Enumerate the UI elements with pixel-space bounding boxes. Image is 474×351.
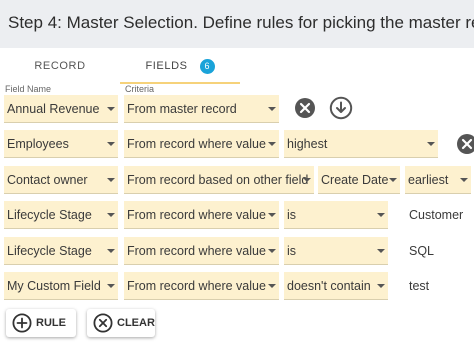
step-title: Step 4: Master Selection. Define rules f… (8, 13, 474, 32)
chevron-down-icon (107, 249, 115, 253)
field-select-contact-owner[interactable]: Contact owner (4, 166, 118, 194)
chevron-down-icon (107, 107, 115, 111)
criteria-select[interactable]: From record where value (124, 237, 279, 265)
close-icon[interactable] (294, 97, 316, 119)
field-select-employees[interactable]: Employees (4, 130, 118, 158)
value-text: SQL (409, 244, 435, 258)
chevron-down-icon (268, 284, 276, 288)
tab-fields[interactable]: FIELDS 6 (120, 48, 240, 84)
field-select-value: Employees (7, 137, 69, 151)
operator-select[interactable]: is (284, 237, 388, 265)
value-select-value: highest (287, 137, 328, 151)
download-icon[interactable] (329, 96, 353, 120)
chevron-down-icon (377, 249, 385, 253)
chevron-down-icon (389, 178, 397, 182)
field-select-annual-revenue[interactable]: Annual Revenue (4, 95, 118, 123)
step-header: Step 4: Master Selection. Define rules f… (0, 0, 474, 48)
value-text: Customer (409, 208, 464, 222)
criteria-select[interactable]: From record based on other field (124, 166, 314, 194)
chevron-down-icon (107, 142, 115, 146)
criteria-select[interactable]: From record where value (124, 201, 279, 229)
chevron-down-icon (107, 178, 115, 182)
operator-select-value: is (287, 208, 297, 222)
field-select-value: Lifecycle Stage (7, 244, 92, 258)
criteria-select-value: From record where value (127, 244, 266, 258)
criteria-select[interactable]: From record where value (124, 272, 279, 300)
tab-record[interactable]: RECORD (0, 48, 120, 84)
chevron-down-icon (427, 142, 435, 146)
criteria-select-value: From master record (127, 102, 237, 116)
field-name-column-label: Field Name (5, 84, 52, 94)
chevron-down-icon (268, 213, 276, 217)
other-field-select-value: Create Date (321, 173, 389, 187)
operator-select[interactable]: doesn't contain (284, 272, 388, 300)
other-field-select[interactable]: Create Date (318, 166, 400, 194)
chevron-down-icon (268, 249, 276, 253)
add-rule-button[interactable]: RULE (6, 309, 76, 337)
field-select-value: Contact owner (7, 173, 88, 187)
clear-button[interactable]: CLEAR (87, 309, 155, 337)
fields-count-badge: 6 (199, 58, 215, 74)
criteria-select[interactable]: From master record (124, 95, 279, 123)
field-select-lifecycle-stage[interactable]: Lifecycle Stage (4, 237, 118, 265)
chevron-down-icon (303, 178, 311, 182)
close-icon (93, 313, 113, 333)
operator-select-value: is (287, 244, 297, 258)
field-select-value: Annual Revenue (7, 102, 100, 116)
order-select[interactable]: earliest (405, 166, 471, 194)
chevron-down-icon (107, 213, 115, 217)
field-select-lifecycle-stage[interactable]: Lifecycle Stage (4, 201, 118, 229)
field-select-value: Lifecycle Stage (7, 208, 92, 222)
tab-bar: RECORD FIELDS 6 (0, 48, 474, 84)
operator-select[interactable]: is (284, 201, 388, 229)
clear-label: CLEAR (117, 317, 155, 329)
tab-fields-label: FIELDS (145, 60, 188, 72)
add-rule-label: RULE (36, 317, 66, 329)
criteria-select[interactable]: From record where value (124, 130, 279, 158)
chevron-down-icon (377, 284, 385, 288)
chevron-down-icon (268, 107, 276, 111)
criteria-column-label: Criteria (125, 84, 155, 94)
criteria-select-value: From record where value (127, 279, 266, 293)
chevron-down-icon (268, 142, 276, 146)
tab-record-label: RECORD (34, 60, 86, 72)
value-text: test (409, 279, 430, 293)
criteria-select-value: From record where value (127, 137, 266, 151)
chevron-down-icon (377, 213, 385, 217)
chevron-down-icon (107, 284, 115, 288)
criteria-select-value: From record where value (127, 208, 266, 222)
operator-select-value: doesn't contain (287, 279, 371, 293)
chevron-down-icon (460, 178, 468, 182)
value-select[interactable]: highest (284, 130, 438, 158)
order-select-value: earliest (408, 173, 449, 187)
criteria-select-value: From record based on other field (127, 173, 309, 187)
field-select-my-custom-field[interactable]: My Custom Field (4, 272, 118, 300)
close-icon[interactable] (456, 133, 474, 155)
field-select-value: My Custom Field (7, 279, 101, 293)
add-icon (12, 313, 32, 333)
